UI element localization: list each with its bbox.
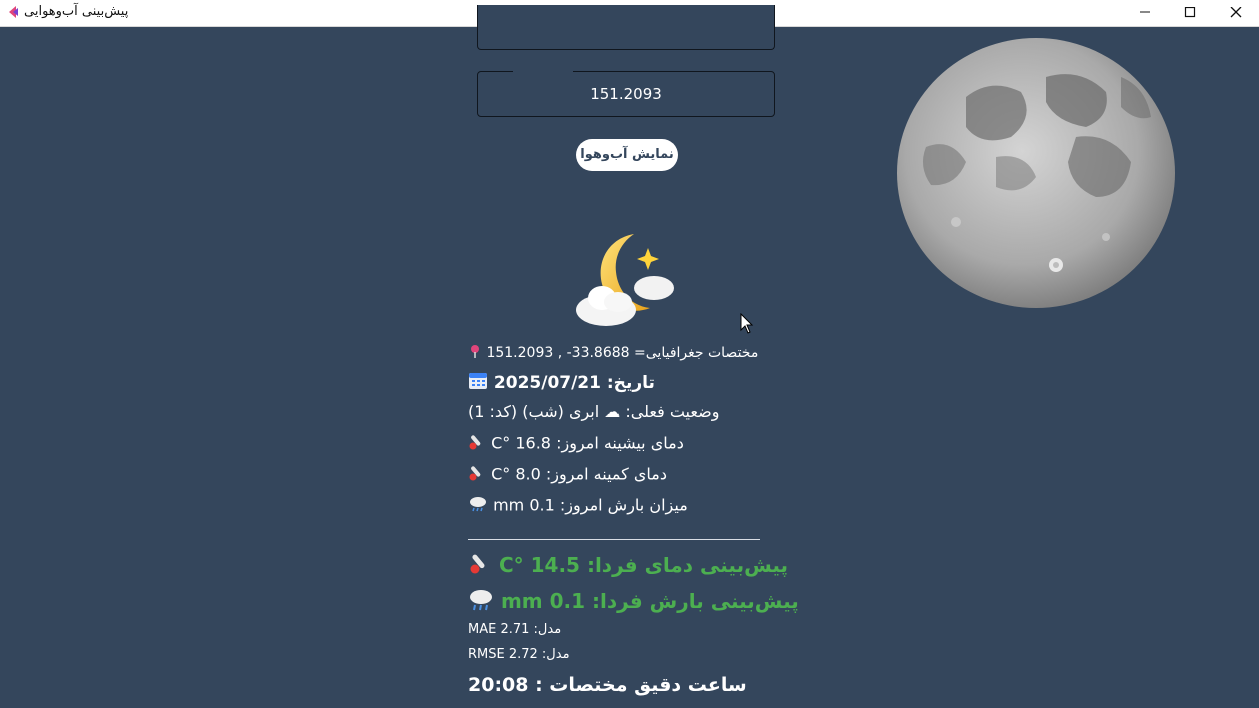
forecast-temp-text: پیش‌بینی دمای فردا: 14.5 °C xyxy=(498,553,789,577)
model-mae-line: مدل: MAE 2.71 xyxy=(468,622,561,637)
longitude-field[interactable] xyxy=(477,70,775,117)
date-line: تاریخ: 2025/07/21 xyxy=(468,371,655,395)
coords-text: مختصات جغرافیایی= 33.8688- , 151.2093 xyxy=(486,345,759,361)
minimize-button[interactable] xyxy=(1122,0,1168,26)
clock-line: ساعت دقیق مختصات : 20:08 xyxy=(468,674,747,696)
rain-cloud-icon xyxy=(468,495,488,517)
status-line: وضعیت فعلی: ☁ ابری (شب) (کد: 1) xyxy=(468,402,719,421)
latitude-input[interactable] xyxy=(478,5,774,49)
min-temp-text: دمای کمینه امروز: 8.0 °C xyxy=(491,464,667,484)
latitude-field[interactable] xyxy=(477,5,775,50)
thermometer-icon xyxy=(468,464,486,486)
pin-icon xyxy=(468,344,482,362)
rain-line: میزان بارش امروز: 0.1 mm xyxy=(468,495,688,517)
thermometer-icon xyxy=(468,433,486,455)
longitude-input[interactable] xyxy=(478,72,774,116)
max-temp-line: دمای بیشینه امروز: 16.8 °C xyxy=(468,433,684,455)
app-icon xyxy=(9,6,18,18)
rain-cloud-icon xyxy=(468,588,494,617)
maximize-button[interactable] xyxy=(1167,0,1213,26)
min-temp-line: دمای کمینه امروز: 8.0 °C xyxy=(468,464,667,486)
close-icon xyxy=(1230,7,1242,18)
clock-text: ساعت دقیق مختصات : 20:08 xyxy=(468,674,747,696)
maximize-icon xyxy=(1184,7,1196,18)
mouse-cursor-icon xyxy=(740,313,754,334)
model-mae-text: مدل: MAE 2.71 xyxy=(468,622,562,637)
forecast-rain-text: پیش‌بینی بارش فردا: 0.1 mm xyxy=(500,589,799,613)
forecast-rain-line: پیش‌بینی بارش فردا: 0.1 mm xyxy=(468,588,799,617)
calendar-icon xyxy=(468,371,488,395)
minimize-icon xyxy=(1140,11,1150,13)
close-button[interactable] xyxy=(1213,0,1259,26)
moon-image xyxy=(897,38,1175,308)
forecast-temp-line: پیش‌بینی دمای فردا: 14.5 °C xyxy=(468,552,788,581)
divider xyxy=(468,539,760,540)
window-title: پیش‌بینی آب‌وهوایی xyxy=(24,4,129,19)
thermometer-icon xyxy=(468,552,492,581)
status-text: وضعیت فعلی: ☁ ابری (شب) (کد: 1) xyxy=(468,402,720,421)
model-rmse-text: مدل: RMSE 2.72 xyxy=(468,647,570,662)
field-label-notch xyxy=(513,70,573,73)
moon-cloud-icon xyxy=(576,234,674,326)
rain-text: میزان بارش امروز: 0.1 mm xyxy=(493,495,688,515)
coords-line: مختصات جغرافیایی= 33.8688- , 151.2093 xyxy=(468,344,758,362)
max-temp-text: دمای بیشینه امروز: 16.8 °C xyxy=(491,433,684,453)
show-weather-button[interactable]: نمایش آب‌وهوا xyxy=(576,139,678,171)
model-rmse-line: مدل: RMSE 2.72 xyxy=(468,647,570,662)
date-text: تاریخ: 2025/07/21 xyxy=(493,373,655,393)
